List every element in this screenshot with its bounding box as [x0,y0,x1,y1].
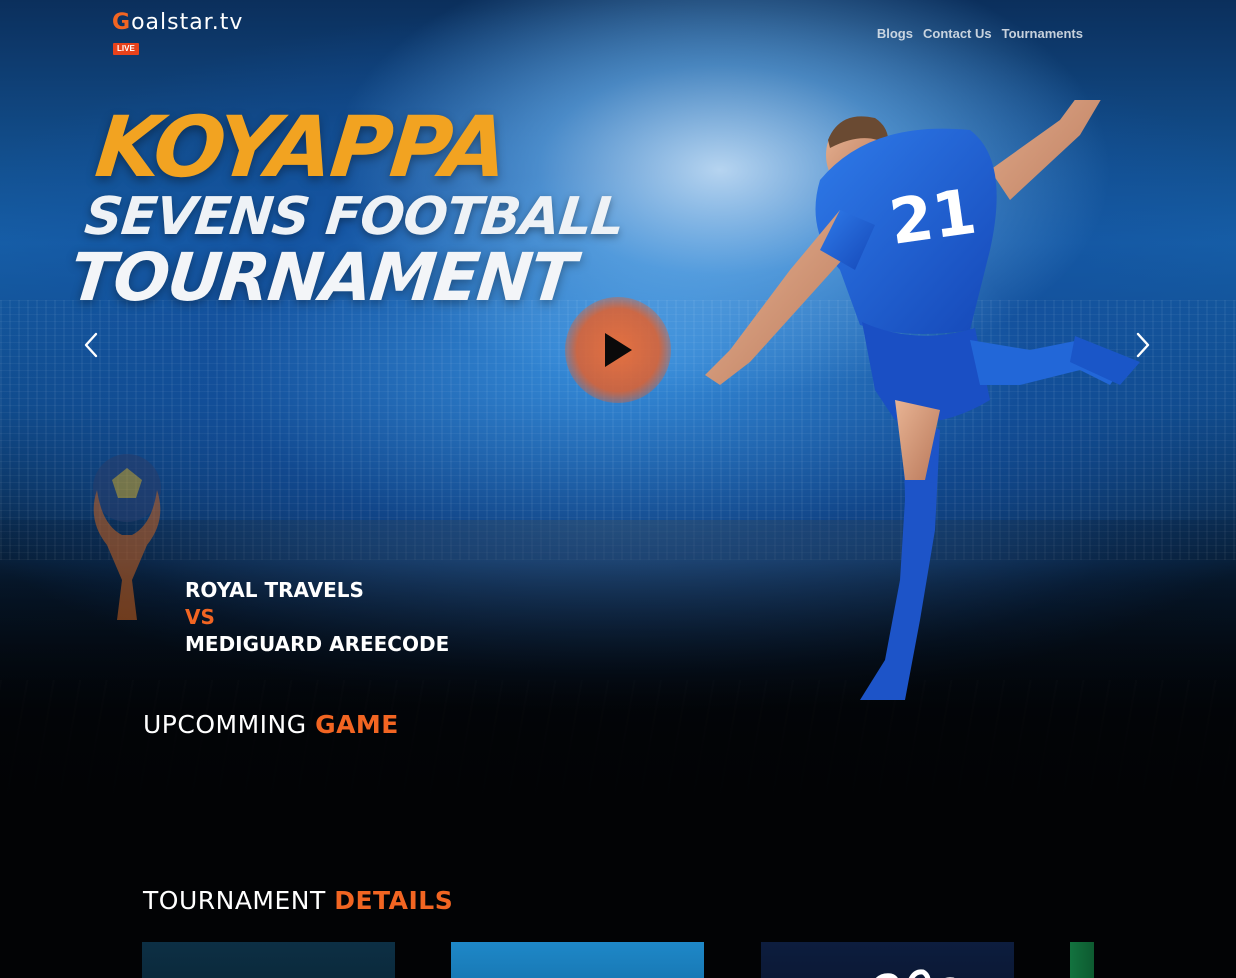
tournament-details-heading: TOURNAMENT DETAILS [143,886,453,915]
title-line-sevens-football: SEVENS FOOTBALL [81,187,627,247]
tournament-card[interactable] [451,942,704,978]
tournament-title: KOYAPPA SEVENS FOOTBALL TOURNAMENT [66,98,635,316]
featured-match: ROYAL TRAVELS VS MEDIGUARD AREECODE [185,577,449,658]
tournament-card[interactable] [142,942,395,978]
tournament-card[interactable] [761,942,1014,978]
details-heading-accent: DETAILS [334,886,454,915]
nav-tournaments[interactable]: Tournaments [1002,26,1083,41]
page: 21 KOYAPPA SEVENS FOOTBALL TOURNAMENT RO… [0,0,1236,978]
title-line-koyappa: KOYAPPA [91,98,511,196]
details-heading-prefix: TOURNAMENT [143,886,326,915]
upcoming-heading-prefix: UPCOMMING [143,710,307,739]
carousel-next-button[interactable] [1129,330,1157,360]
team-away: MEDIGUARD AREECODE [185,632,450,656]
card-logo-image [875,969,955,978]
football-player-image: 21 [705,100,1140,700]
logo-initial: G [112,10,132,35]
versus-label: VS [185,605,215,629]
team-home: ROYAL TRAVELS [185,578,364,602]
nav-contact-us[interactable]: Contact Us [923,26,992,41]
live-badge: LIVE [113,43,139,55]
play-video-button[interactable] [565,297,671,403]
upcoming-game-heading: UPCOMMING GAME [143,710,399,739]
title-line-tournament: TOURNAMENT [66,239,578,316]
main-nav: Blogs Contact Us Tournaments [877,26,1083,41]
nav-blogs[interactable]: Blogs [877,26,913,41]
tournament-cards [142,942,1236,978]
site-logo[interactable]: Goalstar.tv [112,10,243,35]
trophy-icon [93,454,161,620]
carousel-prev-button[interactable] [77,330,105,360]
hero-banner: 21 KOYAPPA SEVENS FOOTBALL TOURNAMENT RO… [0,0,1236,810]
tournament-card[interactable] [1070,942,1094,978]
chevron-right-icon [1136,332,1150,358]
play-icon [605,333,632,367]
svg-text:21: 21 [885,175,981,259]
upcoming-heading-accent: GAME [315,710,399,739]
logo-text: oalstar.tv [131,10,244,35]
chevron-left-icon [84,332,98,358]
